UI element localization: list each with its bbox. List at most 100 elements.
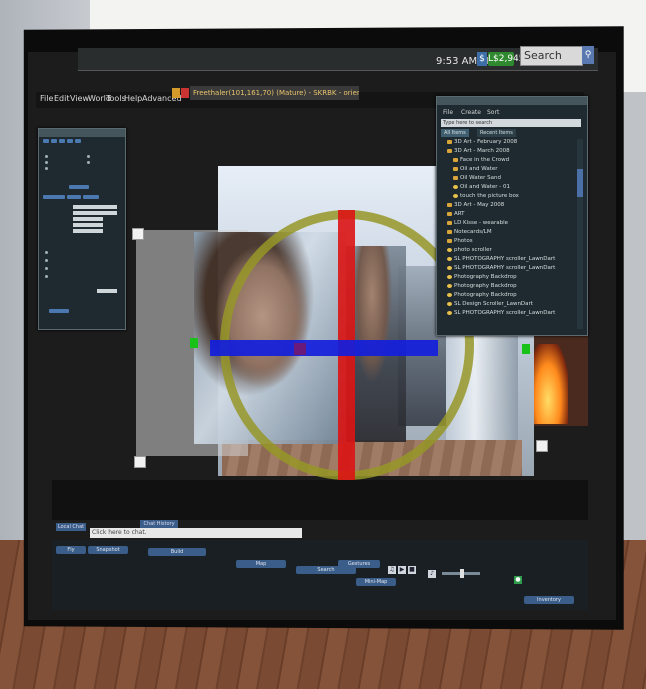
tab-general[interactable] [43, 195, 65, 199]
inventory-folder[interactable]: 3D Art - March 2008 [447, 148, 510, 154]
folder-icon [453, 175, 458, 180]
inventory-item[interactable]: photo scroller [447, 247, 492, 253]
scale-handle[interactable] [536, 440, 548, 452]
menu-edit[interactable]: Edit [54, 94, 70, 103]
tab-all-items[interactable]: All Items [441, 129, 469, 137]
object-icon [447, 310, 452, 315]
creator-field[interactable] [73, 217, 103, 221]
play-icon[interactable]: ▶ [398, 566, 406, 574]
radio-option[interactable] [45, 167, 48, 170]
inventory-item[interactable]: SL PHOTOGRAPHY scroller_LawnDart [447, 310, 555, 316]
inventory-item[interactable]: Photography Backdrop [447, 283, 517, 289]
inventory-item-label: Photography Backdrop [454, 292, 517, 298]
local-chat-tab[interactable]: Local Chat [56, 523, 86, 531]
folder-icon [453, 157, 458, 162]
inventory-folder[interactable]: Face in the Crowd [453, 157, 509, 163]
deed-button[interactable] [49, 309, 69, 313]
voice-icon[interactable]: ● [514, 576, 522, 584]
description-field[interactable] [73, 211, 117, 215]
inventory-item-label: 3D Art - February 2008 [454, 139, 518, 145]
gestures-dropdown[interactable]: Gestures [338, 560, 380, 568]
search-icon[interactable]: ⚲ [582, 46, 594, 64]
volume-slider-knob[interactable] [460, 569, 464, 578]
inventory-folder[interactable]: 3D Art - May 2008 [447, 202, 504, 208]
move-checkbox[interactable] [45, 259, 48, 262]
menu-tools[interactable]: Tools [106, 94, 126, 103]
inventory-menu-sort[interactable]: Sort [487, 109, 499, 116]
toolbar-button-inventory[interactable]: Inventory [524, 596, 574, 604]
group-field[interactable] [73, 229, 103, 233]
toolbar-button-snapshot[interactable]: Snapshot [88, 546, 128, 554]
scrollbar-thumb[interactable] [577, 169, 583, 197]
menu-file[interactable]: File [40, 94, 53, 103]
inventory-folder[interactable]: Notecards/LM [447, 229, 492, 235]
edit-tool-icon[interactable] [59, 139, 65, 143]
window-titlebar[interactable] [437, 97, 587, 105]
inventory-item-label: SL PHOTOGRAPHY scroller_LawnDart [454, 310, 556, 316]
scale-handle[interactable] [132, 228, 144, 240]
window-titlebar[interactable] [39, 129, 125, 137]
axis-handle-y[interactable] [210, 340, 438, 356]
status-balance[interactable]: L$2,945 [488, 52, 525, 66]
transfer-checkbox[interactable] [45, 275, 48, 278]
create-tool-icon[interactable] [67, 139, 73, 143]
bottom-toolbar: Fly Snapshot Build Map Inventory Search … [52, 540, 588, 610]
folder-icon [447, 229, 452, 234]
axis-handle-x[interactable] [190, 338, 198, 348]
land-info-icon[interactable] [172, 88, 180, 98]
inventory-item[interactable]: SL PHOTOGRAPHY scroller_LawnDart [447, 256, 555, 262]
gizmo-center[interactable] [294, 343, 306, 355]
inventory-item-label: touch the picture box [460, 193, 519, 199]
radio-option[interactable] [45, 161, 48, 164]
inventory-item[interactable]: SL Design Scroller_LawnDart [447, 301, 533, 307]
tab-object[interactable] [67, 195, 81, 199]
inventory-item[interactable]: Photography Backdrop [447, 274, 517, 280]
chat-history-button[interactable]: Chat History [140, 520, 178, 528]
inventory-folder[interactable]: 3D Art - February 2008 [447, 139, 517, 145]
inventory-folder[interactable]: Oil Water Sand [453, 175, 501, 181]
toolbar-button-fly[interactable]: Fly [56, 546, 86, 554]
scale-handle[interactable] [134, 456, 146, 468]
object-name-field[interactable] [73, 205, 117, 209]
copy-checkbox[interactable] [45, 267, 48, 270]
land-tool-icon[interactable] [75, 139, 81, 143]
tab-recent-items[interactable]: Recent Items [477, 129, 516, 137]
inventory-search-input[interactable]: Type here to search [441, 119, 581, 127]
toolbar-button-map[interactable]: Map [236, 560, 286, 568]
location-bar[interactable]: Freethaler(101,161,70) (Mature) - SKRBK … [190, 86, 359, 100]
search-input[interactable]: Search [520, 46, 583, 66]
toolbar-button-minimap[interactable]: Mini-Map [356, 578, 396, 586]
tab-features[interactable] [83, 195, 99, 199]
inventory-menu-create[interactable]: Create [461, 109, 481, 116]
menu-view[interactable]: View [70, 94, 89, 103]
axis-handle-x[interactable] [522, 344, 530, 354]
inventory-folder[interactable]: ART [447, 211, 465, 217]
chat-input[interactable]: Click here to chat. [90, 528, 302, 538]
checkbox-option[interactable] [87, 155, 90, 158]
inventory-item-label: 3D Art - March 2008 [454, 148, 510, 154]
checkbox-option[interactable] [87, 161, 90, 164]
move-tool-icon[interactable] [51, 139, 57, 143]
inventory-item-label: SL PHOTOGRAPHY scroller_LawnDart [454, 256, 556, 262]
music-icon[interactable]: ♫ [388, 566, 396, 574]
inventory-item[interactable]: SL PHOTOGRAPHY scroller_LawnDart [447, 265, 555, 271]
media-icon[interactable]: ■ [408, 566, 416, 574]
inventory-scrollbar[interactable] [577, 139, 583, 329]
toolbar-button-build[interactable]: Build [148, 548, 206, 556]
owner-field[interactable] [73, 223, 103, 227]
buy-currency-icon[interactable]: $ [477, 52, 487, 66]
focus-tool-icon[interactable] [43, 139, 49, 143]
radio-option[interactable] [45, 155, 48, 158]
inventory-folder[interactable]: Oil and Water [453, 166, 498, 172]
share-checkbox[interactable] [45, 251, 48, 254]
menu-help[interactable]: Help [124, 94, 142, 103]
price-field[interactable] [97, 289, 117, 293]
ruler-dropdown[interactable] [69, 185, 89, 189]
inventory-menu-file[interactable]: File [443, 109, 453, 116]
inventory-item[interactable]: Photography Backdrop [447, 292, 517, 298]
inventory-item[interactable]: touch the picture box [453, 193, 519, 199]
inventory-folder[interactable]: LD Kisse - wearable [447, 220, 508, 226]
inventory-item[interactable]: Oil and Water - 01 [453, 184, 510, 190]
volume-icon[interactable]: ♪ [428, 570, 436, 578]
inventory-folder[interactable]: Photos [447, 238, 473, 244]
